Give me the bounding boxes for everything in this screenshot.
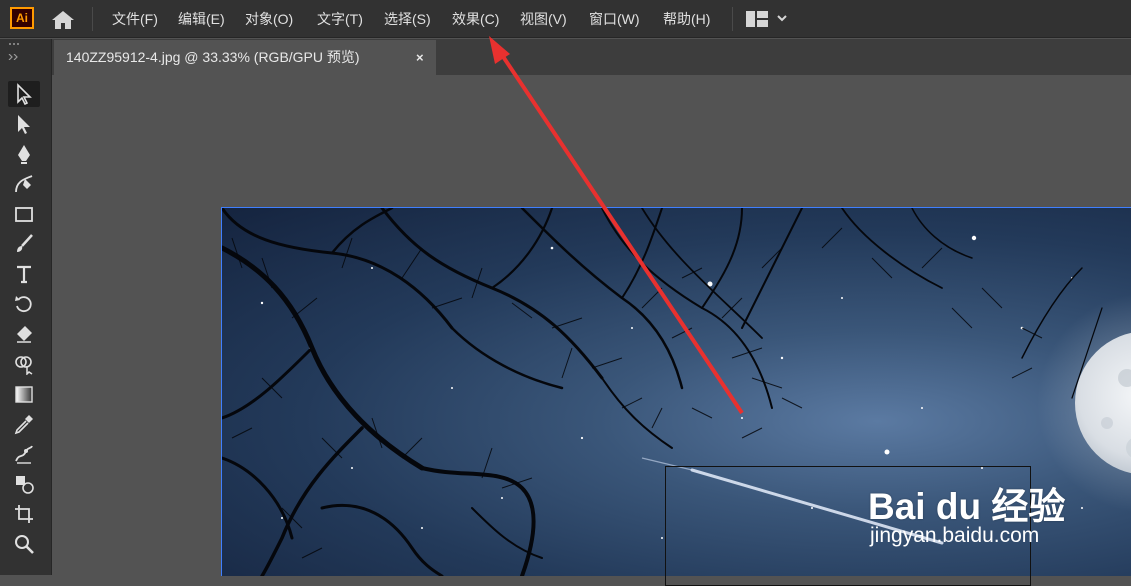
red-annotation-arrow: [489, 36, 744, 415]
